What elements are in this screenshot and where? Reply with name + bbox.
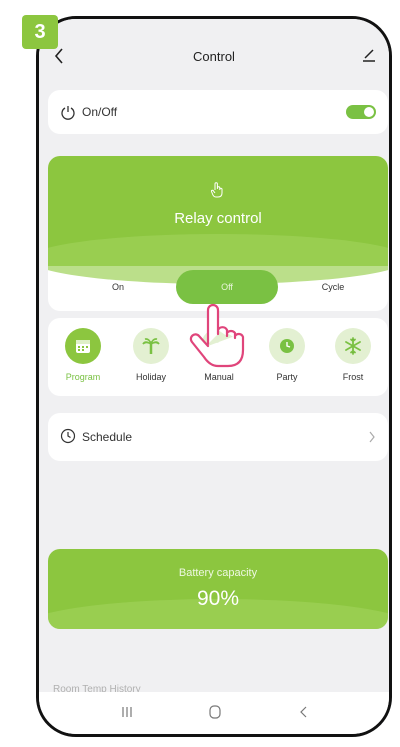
schedule-clock-icon [60,428,76,444]
mode-circle [269,328,305,364]
relay-option-on[interactable]: On [68,270,168,304]
mode-circle [335,328,371,364]
page-title: Control [193,49,235,64]
relay-title: Relay control [174,210,262,227]
mode-circle [133,328,169,364]
power-label: On/Off [82,105,118,119]
header: Control [39,19,389,85]
mode-label: Frost [342,372,364,382]
mode-label: Program [65,372,101,382]
mode-party[interactable]: Party [256,328,318,390]
tap-icon [211,182,223,198]
schedule-label: Schedule [82,430,133,444]
mode-label: Manual [204,372,234,382]
phone-frame: Control On/Off Relay control On Off Cycl… [36,16,392,737]
power-card: On/Off [48,90,388,134]
power-icon [61,106,75,120]
battery-label: Battery capacity [178,567,258,579]
mode-circle [65,328,101,364]
mode-holiday[interactable]: Holiday [120,328,182,390]
schedule-row[interactable]: Schedule [48,413,388,461]
nav-back-icon[interactable] [297,704,311,720]
step-badge: 3 [22,15,58,49]
edit-icon[interactable] [361,47,377,63]
relay-option-off[interactable]: Off [176,270,278,304]
relay-card: Relay control On Off Cycle [48,156,388,311]
calendar-icon [76,340,90,353]
mode-program[interactable]: Program [52,328,114,390]
tapping-hand-icon [189,303,245,368]
mode-label: Party [276,372,298,382]
relay-option-cycle[interactable]: Cycle [283,270,383,304]
battery-card: Battery capacity 90% [48,549,388,629]
palm-tree-icon [142,338,160,354]
recent-apps-icon[interactable] [119,704,135,720]
battery-value: 90% [196,587,240,610]
system-navbar [39,692,389,734]
home-icon[interactable] [207,704,223,720]
mode-frost[interactable]: Frost [322,328,384,390]
relay-banner: Relay control [48,156,388,284]
mode-label: Holiday [135,372,166,382]
snowflake-icon [345,337,361,355]
chevron-right-icon [369,431,375,443]
power-toggle[interactable] [346,105,376,119]
toggle-knob [364,107,374,117]
clock-icon [280,339,294,353]
